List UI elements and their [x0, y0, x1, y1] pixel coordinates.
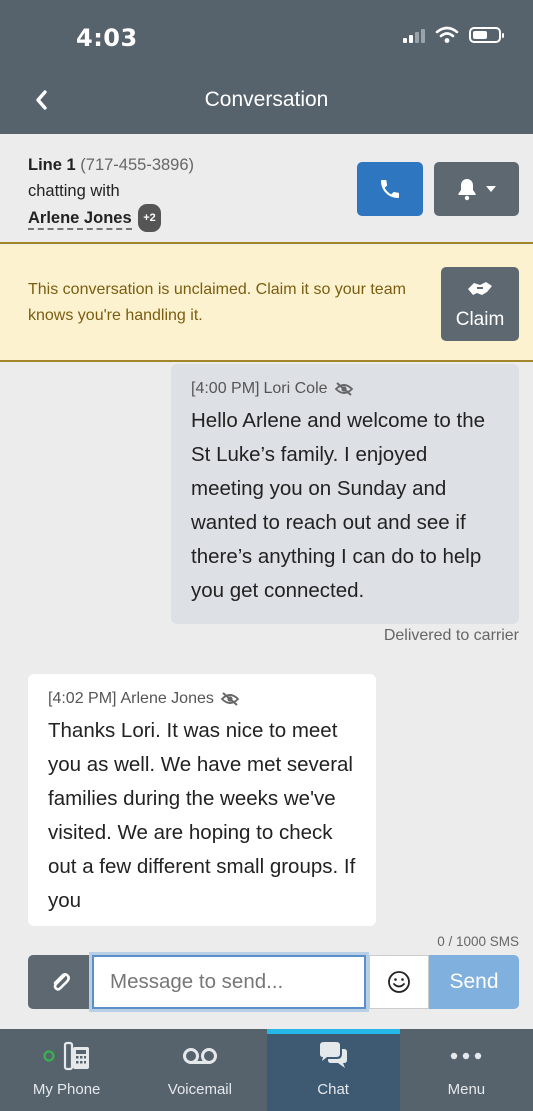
tab-voicemail[interactable]: Voicemail — [133, 1029, 266, 1111]
handshake-icon — [468, 282, 492, 295]
contact-name-link[interactable]: Arlene Jones — [28, 209, 132, 230]
tab-label: My Phone — [32, 1081, 101, 1098]
attach-button[interactable] — [28, 955, 92, 1009]
message-sender: Arlene Jones — [120, 690, 214, 707]
message-meta: [4:02 PM] Arlene Jones — [48, 688, 356, 710]
page-title: Conversation — [204, 88, 329, 111]
status-time: 4:03 — [76, 24, 138, 52]
incoming-message[interactable]: [4:02 PM] Arlene Jones Thanks Lori. It w… — [28, 674, 376, 926]
participant-count-badge[interactable]: +2 — [138, 204, 161, 232]
message-time: [4:00 PM] — [191, 380, 260, 397]
tab-label: Chat — [317, 1081, 349, 1098]
emoji-button[interactable] — [369, 955, 429, 1009]
caret-down-icon — [485, 186, 496, 192]
tab-label: Menu — [447, 1081, 486, 1098]
outgoing-message[interactable]: [4:00 PM] Lori Cole Hello Arlene and wel… — [171, 364, 519, 624]
call-button[interactable] — [357, 162, 423, 216]
claim-button[interactable]: Claim — [441, 267, 519, 341]
status-bar: 4:03 — [0, 0, 533, 66]
tab-chat[interactable]: Chat — [266, 1029, 401, 1111]
send-button[interactable]: Send — [429, 955, 519, 1009]
claim-button-label: Claim — [455, 309, 505, 330]
message-input[interactable] — [92, 955, 366, 1009]
bottom-tab-bar: My Phone Voicemail Chat Menu — [0, 1029, 533, 1111]
presence-dot-icon — [43, 1050, 55, 1062]
desk-phone-icon — [63, 1041, 89, 1071]
message-text: Thanks Lori. It was nice to meet you as … — [48, 719, 356, 912]
message-sender: Lori Cole — [263, 380, 328, 397]
tab-my-phone[interactable]: My Phone — [0, 1029, 133, 1111]
nav-bar: Conversation — [0, 66, 533, 134]
paperclip-icon — [53, 973, 70, 991]
status-icons — [403, 26, 504, 44]
notifications-dropdown-button[interactable] — [434, 162, 519, 216]
message-text: Hello Arlene and welcome to the St Luke’… — [191, 409, 486, 602]
unclaimed-message: This conversation is unclaimed. Claim it… — [28, 281, 406, 324]
chat-bubbles-icon — [320, 1042, 348, 1068]
chatting-with-label: chatting with — [28, 182, 120, 200]
phone-icon — [381, 180, 399, 198]
eye-slash-icon — [334, 382, 353, 396]
cellular-signal-icon — [403, 27, 425, 43]
delivery-status: Delivered to carrier — [383, 627, 519, 644]
sms-character-counter: 0 / 1000 SMS — [437, 934, 519, 949]
message-time: [4:02 PM] — [48, 690, 117, 707]
bell-icon — [457, 179, 476, 201]
battery-icon — [469, 27, 504, 43]
smiley-icon — [388, 971, 410, 993]
line-number: (717-455-3896) — [80, 156, 195, 174]
line-label: Line 1 — [28, 156, 76, 174]
tab-label: Voicemail — [167, 1081, 232, 1098]
message-meta: [4:00 PM] Lori Cole — [191, 378, 499, 400]
line-details: Line 1 (717-455-3896) chatting with Arle… — [28, 152, 194, 232]
more-dots-icon — [451, 1052, 482, 1060]
voicemail-icon — [182, 1048, 217, 1064]
tab-menu[interactable]: Menu — [400, 1029, 533, 1111]
eye-slash-icon — [220, 692, 240, 706]
wifi-icon — [435, 26, 459, 43]
